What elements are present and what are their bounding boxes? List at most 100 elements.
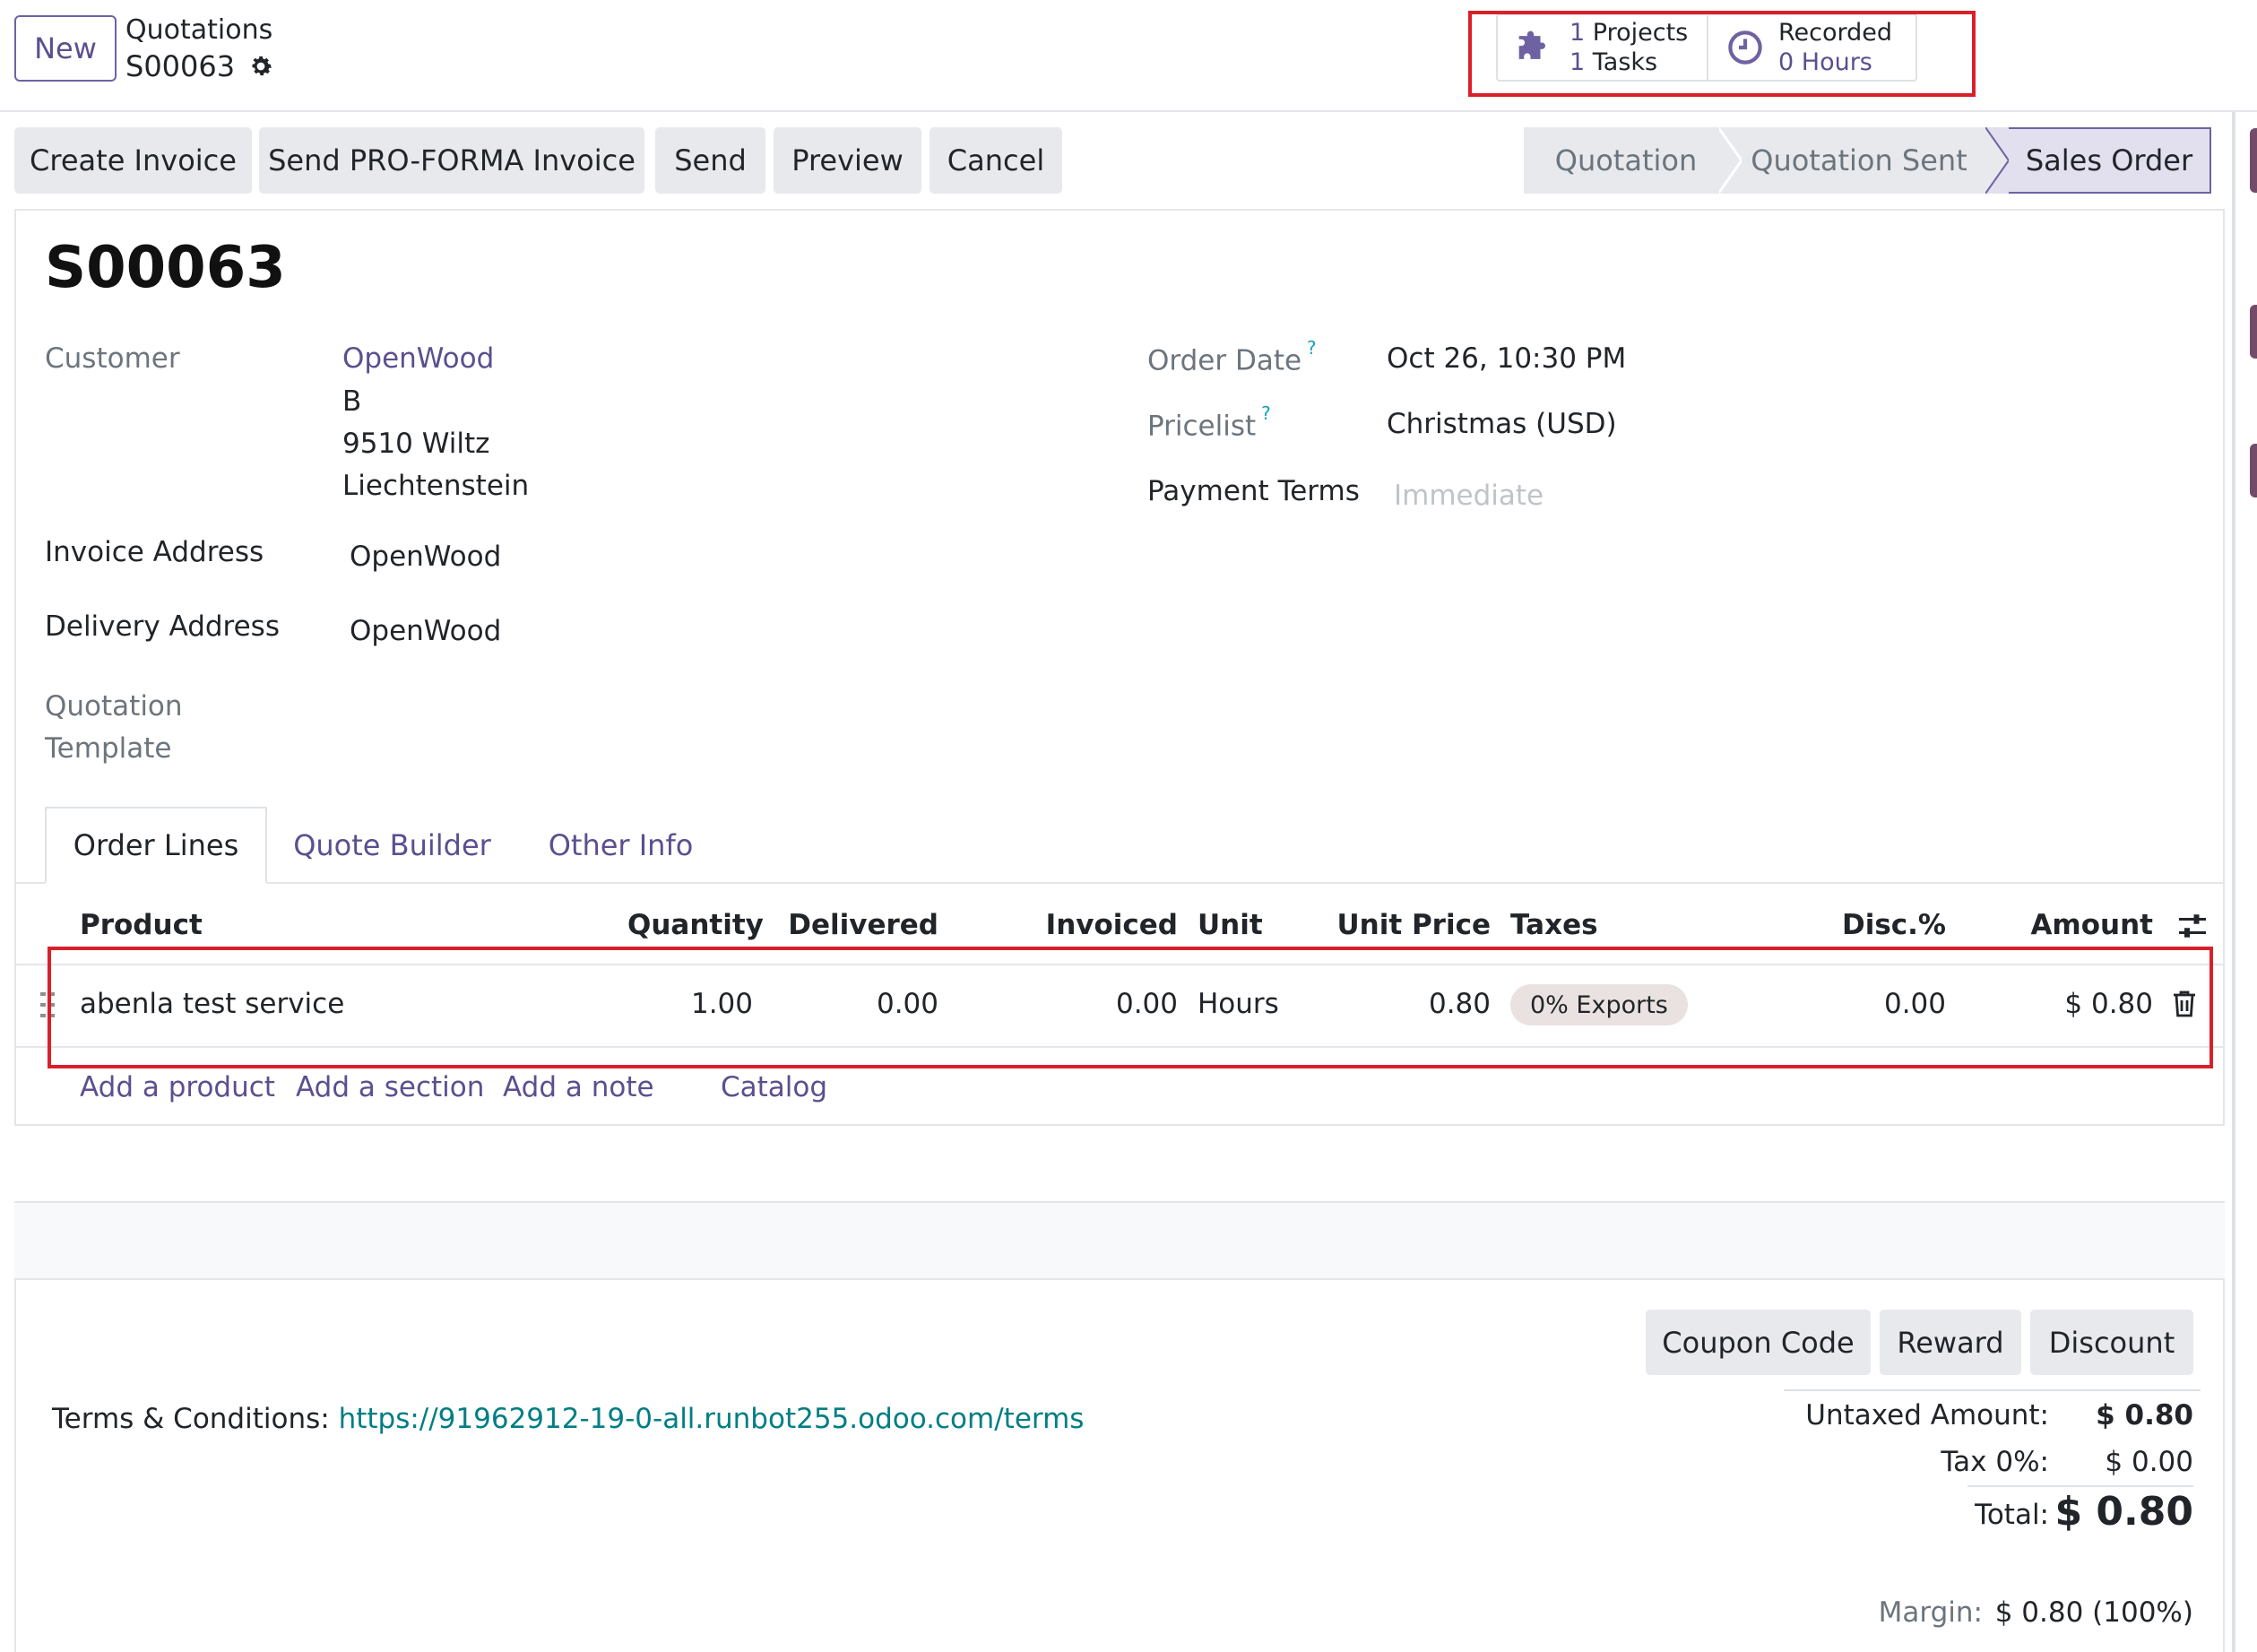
help-tooltip-icon[interactable]: ? — [1261, 402, 1271, 424]
totals-top-border — [1784, 1389, 2201, 1391]
pricelist-label: Pricelist? — [1147, 402, 1271, 443]
tab-other-info[interactable]: Other Info — [529, 807, 713, 884]
line-unit-price[interactable]: 0.80 — [1327, 988, 1491, 1020]
tax-label: Tax 0%: — [1941, 1446, 2049, 1478]
column-header-discount[interactable]: Disc.% — [1829, 909, 1946, 941]
send-proforma-button[interactable]: Send PRO-FORMA Invoice — [259, 127, 644, 194]
breadcrumb-current: S00063 — [125, 49, 274, 83]
customer-address-line: B — [342, 385, 362, 418]
status-sales-order[interactable]: Sales Order — [2009, 127, 2211, 194]
recorded-value: 0 Hours — [1778, 48, 1872, 76]
projects-tasks-smart-button[interactable]: 1 Projects 1 Tasks — [1498, 15, 1707, 80]
margin-value: $ 0.80 (100%) — [1994, 1596, 2193, 1629]
side-panel-tab[interactable] — [2250, 305, 2257, 359]
customer-label: Customer — [45, 342, 180, 375]
projects-label: Projects — [1592, 19, 1689, 47]
optional-columns-toggle-icon[interactable] — [2176, 911, 2209, 948]
table-divider — [14, 1278, 2225, 1280]
tax-value: $ 0.00 — [2105, 1446, 2193, 1478]
breadcrumb-current-label: S00063 — [125, 49, 236, 83]
terms-label: Terms & Conditions: — [52, 1403, 330, 1435]
status-quotation-sent[interactable]: Quotation Sent — [1742, 127, 1985, 194]
untaxed-amount-label: Untaxed Amount: — [1805, 1399, 2049, 1431]
discount-button[interactable]: Discount — [2030, 1310, 2193, 1375]
total-divider — [1967, 1485, 2193, 1487]
total-value: $ 0.80 — [2054, 1489, 2194, 1535]
order-date-label: Order Date? — [1147, 337, 1317, 377]
new-button[interactable]: New — [14, 15, 117, 82]
line-product[interactable]: abenla test service — [80, 988, 344, 1020]
terms-url-link[interactable]: https://91962912-19-0-all.runbot255.odoo… — [339, 1403, 1085, 1435]
breadcrumb-parent[interactable]: Quotations — [125, 14, 272, 46]
add-section-link[interactable]: Add a section — [296, 1071, 484, 1103]
create-invoice-button[interactable]: Create Invoice — [14, 127, 252, 194]
line-quantity[interactable]: 1.00 — [627, 988, 753, 1020]
puzzle-icon — [1516, 28, 1555, 67]
customer-address-line: Liechtenstein — [342, 470, 530, 502]
tasks-count: 1 — [1570, 48, 1586, 76]
control-panel-top: New Quotations S00063 1 Projects 1 Tasks… — [0, 0, 2257, 112]
coupon-code-button[interactable]: Coupon Code — [1646, 1310, 1871, 1375]
recorded-label: Recorded — [1778, 19, 1893, 47]
recorded-hours-text: Recorded 0 Hours — [1778, 18, 1892, 77]
projects-tasks-text: 1 Projects 1 Tasks — [1570, 18, 1688, 77]
tasks-label: Tasks — [1592, 48, 1658, 76]
line-delivered[interactable]: 0.00 — [762, 988, 938, 1020]
pricelist-label-text: Pricelist — [1147, 410, 1257, 443]
table-empty-row — [14, 1203, 2225, 1278]
line-discount[interactable]: 0.00 — [1829, 988, 1946, 1020]
scrollbar-track[interactable] — [2232, 112, 2235, 1652]
side-panel-tab[interactable] — [2250, 128, 2257, 193]
help-tooltip-icon[interactable]: ? — [1307, 337, 1317, 359]
customer-link[interactable]: OpenWood — [342, 342, 494, 375]
trash-icon[interactable] — [2172, 990, 2197, 1025]
add-product-link[interactable]: Add a product — [80, 1071, 275, 1103]
reward-button[interactable]: Reward — [1880, 1310, 2021, 1375]
payment-terms-label: Payment Terms — [1147, 475, 1360, 507]
status-quotation-sent-label: Quotation Sent — [1751, 143, 1967, 177]
column-header-unit-price[interactable]: Unit Price — [1327, 909, 1491, 941]
invoice-address-field[interactable]: OpenWood — [350, 541, 501, 573]
drag-handle-icon[interactable] — [40, 990, 55, 1026]
line-amount: $ 0.80 — [2064, 988, 2153, 1020]
column-header-delivered[interactable]: Delivered — [762, 909, 938, 941]
gear-icon[interactable] — [247, 53, 274, 80]
status-quotation[interactable]: Quotation — [1524, 127, 1719, 194]
table-row-divider — [14, 1046, 2225, 1048]
customer-address-line: 9510 Wiltz — [342, 428, 490, 460]
line-unit[interactable]: Hours — [1198, 988, 1279, 1020]
order-date-field[interactable]: Oct 26, 10:30 PM — [1387, 342, 1626, 375]
side-panel-tab[interactable] — [2250, 444, 2257, 497]
status-bar: Quotation Quotation Sent Sales Order — [1524, 127, 2211, 194]
send-button[interactable]: Send — [655, 127, 765, 194]
line-invoiced: 0.00 — [1115, 988, 1178, 1020]
invoice-address-label: Invoice Address — [45, 536, 264, 568]
smart-buttons: 1 Projects 1 Tasks Recorded 0 Hours — [1496, 13, 1917, 82]
preview-button[interactable]: Preview — [774, 127, 921, 194]
tab-quote-builder[interactable]: Quote Builder — [278, 807, 506, 884]
cancel-button[interactable]: Cancel — [930, 127, 1062, 194]
delivery-address-field[interactable]: OpenWood — [350, 615, 501, 647]
payment-terms-field[interactable]: Immediate — [1394, 480, 1544, 512]
add-note-link[interactable]: Add a note — [503, 1071, 654, 1103]
untaxed-amount-value: $ 0.80 — [2096, 1399, 2193, 1431]
total-label: Total: — [1975, 1499, 2049, 1531]
tab-order-lines[interactable]: Order Lines — [45, 807, 267, 884]
column-header-product[interactable]: Product — [80, 909, 203, 941]
status-arrow — [1985, 127, 2009, 194]
recorded-hours-smart-button[interactable]: Recorded 0 Hours — [1707, 15, 1915, 80]
catalog-link[interactable]: Catalog — [721, 1071, 827, 1103]
pricelist-field[interactable]: Christmas (USD) — [1387, 408, 1617, 440]
record-title: S00063 — [45, 235, 286, 301]
status-arrow — [1718, 127, 1742, 194]
column-header-invoiced[interactable]: Invoiced — [1004, 909, 1178, 941]
column-header-taxes[interactable]: Taxes — [1510, 909, 1598, 941]
quotation-template-label: Quotation Template — [45, 686, 183, 770]
tax-badge[interactable]: 0% Exports — [1510, 984, 1688, 1025]
column-header-unit[interactable]: Unit — [1198, 909, 1263, 941]
column-header-amount[interactable]: Amount — [2008, 909, 2153, 941]
delivery-address-label: Delivery Address — [45, 610, 280, 643]
margin-label: Margin: — [1878, 1596, 1983, 1629]
column-header-quantity[interactable]: Quantity — [627, 909, 764, 941]
order-date-label-text: Order Date — [1147, 344, 1302, 377]
